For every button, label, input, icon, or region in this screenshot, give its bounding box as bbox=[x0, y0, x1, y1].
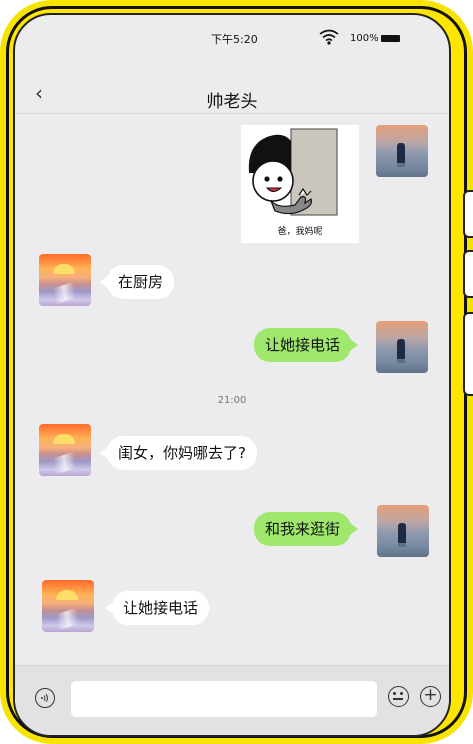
plus-icon[interactable]: + bbox=[420, 686, 441, 707]
avatar-contact[interactable] bbox=[42, 580, 94, 632]
message-bubble-outgoing[interactable]: 让她接电话 bbox=[253, 328, 359, 362]
message-bubble-outgoing[interactable]: 和我来逛街 bbox=[253, 512, 359, 546]
battery-icon bbox=[381, 35, 400, 42]
sticker-caption: 爸，我妈呢 bbox=[277, 227, 323, 237]
side-button-2 bbox=[463, 250, 473, 298]
chat-header: ‹ 帅老头 bbox=[15, 73, 449, 114]
side-button-1 bbox=[463, 190, 473, 238]
status-bar: 下午5:20 100% bbox=[15, 15, 449, 61]
status-time: 下午5:20 bbox=[211, 33, 258, 46]
voice-waves-icon bbox=[41, 693, 48, 703]
sticker-message[interactable]: 爸，我妈呢 bbox=[241, 125, 359, 243]
chat-title: 帅老头 bbox=[206, 92, 258, 112]
side-button-3 bbox=[463, 312, 473, 396]
input-bar: + bbox=[15, 665, 449, 735]
message-bubble-incoming[interactable]: 闺女，你妈哪去了? bbox=[100, 436, 257, 470]
avatar-self[interactable] bbox=[376, 125, 428, 177]
message-bubble-incoming[interactable]: 在厨房 bbox=[99, 265, 175, 299]
wifi-icon bbox=[319, 29, 339, 49]
avatar-contact[interactable] bbox=[39, 424, 91, 476]
message-bubble-incoming[interactable]: 让她接电话 bbox=[104, 591, 210, 625]
battery-percent: 100% bbox=[350, 33, 379, 44]
peeking-face-sticker-icon bbox=[248, 128, 338, 216]
chat-screen: 下午5:20 100% ‹ 帅老头 爸，我妈呢 在厨房 让她接电话 21:00 … bbox=[13, 13, 451, 737]
avatar-self[interactable] bbox=[377, 505, 429, 557]
avatar-self[interactable] bbox=[376, 321, 428, 373]
avatar-contact[interactable] bbox=[39, 254, 91, 306]
timestamp: 21:00 bbox=[217, 395, 247, 406]
emoji-icon[interactable] bbox=[388, 686, 409, 707]
voice-icon[interactable] bbox=[35, 688, 55, 708]
message-input[interactable] bbox=[71, 681, 377, 717]
